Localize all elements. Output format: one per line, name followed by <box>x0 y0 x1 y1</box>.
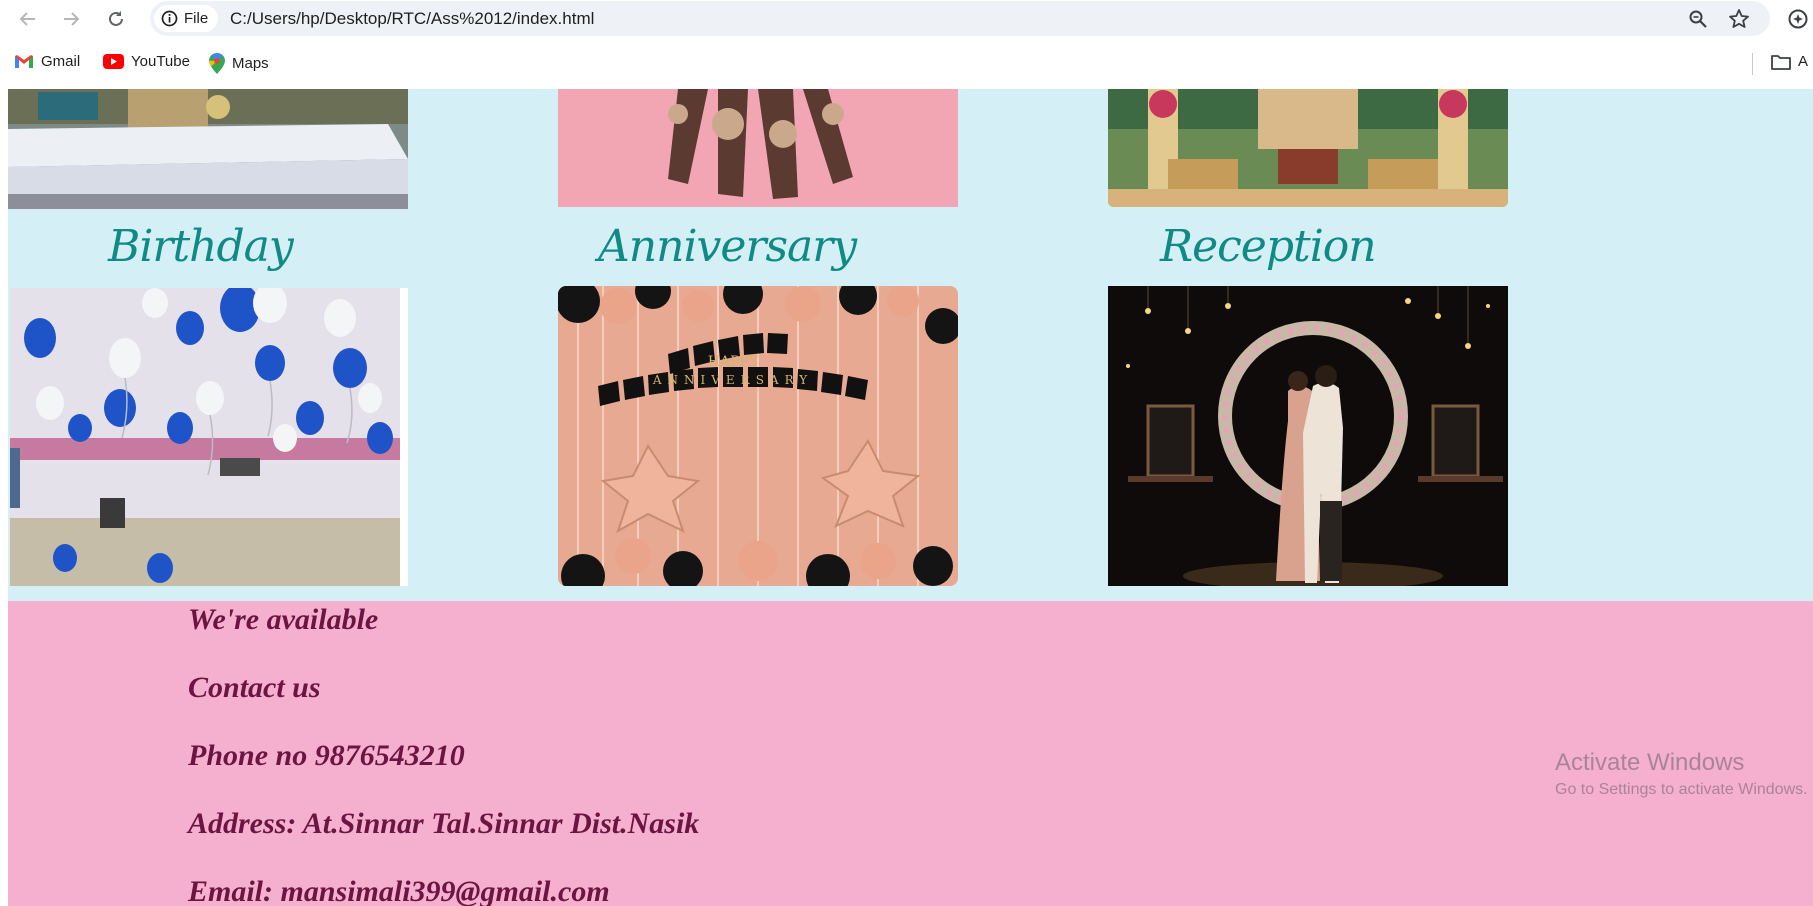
bookmark-maps[interactable]: Maps <box>209 53 269 74</box>
caption-birthday: Birthday <box>108 221 294 272</box>
youtube-icon <box>103 54 124 69</box>
forward-button[interactable] <box>56 4 86 34</box>
bookmarks-separator <box>1752 53 1753 75</box>
banner-text-anniversary: ANNIVERSARY <box>652 373 813 387</box>
chat-spark-icon <box>1788 9 1808 29</box>
reception-couple-photo <box>1108 286 1508 586</box>
folder-icon <box>1771 54 1791 70</box>
browser-toolbar: File C:/Users/hp/Desktop/RTC/Ass%2012/in… <box>0 0 1813 37</box>
mehndi-photo <box>558 89 958 207</box>
bookmark-label: Gmail <box>41 53 81 70</box>
contact-heading: Contact us <box>188 671 321 704</box>
reload-button[interactable] <box>101 4 131 34</box>
birthday-balloons-photo <box>10 288 408 586</box>
reload-icon <box>109 11 123 26</box>
arrow-right-icon <box>64 12 80 26</box>
address-bar[interactable]: File C:/Users/hp/Desktop/RTC/Ass%2012/in… <box>150 1 1770 36</box>
activate-windows-title: Activate Windows <box>1555 749 1745 776</box>
bookmark-folder-all[interactable]: A <box>1771 53 1808 70</box>
bookmarks-bar: Gmail YouTube Maps A <box>0 37 1813 89</box>
mandap-photo <box>1108 89 1508 207</box>
caption-reception: Reception <box>1160 221 1377 272</box>
bookmark-gmail[interactable]: Gmail <box>14 53 80 70</box>
bookmark-youtube[interactable]: YouTube <box>103 53 190 70</box>
contact-section: We're available Contact us Phone no 9876… <box>8 601 1813 906</box>
activate-windows-subtitle: Go to Settings to activate Windows. <box>1555 781 1808 798</box>
assistant-button[interactable] <box>1785 6 1811 32</box>
gmail-icon <box>15 55 33 68</box>
address-text: Address: At.Sinnar Tal.Sinnar Dist.Nasik <box>188 807 700 840</box>
events-gallery: Birthday Anniversary Reception HAPPY ANN… <box>8 89 1813 601</box>
bookmark-label: Maps <box>232 55 269 72</box>
bookmark-label: A <box>1798 53 1809 70</box>
info-icon <box>161 10 178 27</box>
arrow-left-icon <box>19 12 35 26</box>
zoom-button[interactable] <box>1686 7 1710 31</box>
page-viewport: Birthday Anniversary Reception HAPPY ANN… <box>0 89 1813 906</box>
email-text: Email: mansimali399@gmail.com <box>188 875 610 906</box>
star-icon <box>1729 9 1749 28</box>
availability-heading: We're available <box>188 603 379 636</box>
back-button[interactable] <box>13 4 43 34</box>
url-text[interactable]: C:/Users/hp/Desktop/RTC/Ass%2012/index.h… <box>230 9 594 29</box>
anniversary-decor-photo: HAPPY ANNIVERSARY <box>558 286 958 586</box>
phone-text: Phone no 9876543210 <box>188 739 465 772</box>
stage-decor-photo <box>8 89 408 209</box>
banner-text-happy: HAPPY <box>708 354 759 370</box>
caption-anniversary: Anniversary <box>598 221 857 272</box>
zoom-icon <box>1689 10 1707 28</box>
site-info-label: File <box>184 10 209 27</box>
site-info-chip[interactable]: File <box>154 5 219 32</box>
maps-icon <box>209 53 225 74</box>
bookmark-star-button[interactable] <box>1727 7 1751 31</box>
bookmark-label: YouTube <box>131 53 190 70</box>
